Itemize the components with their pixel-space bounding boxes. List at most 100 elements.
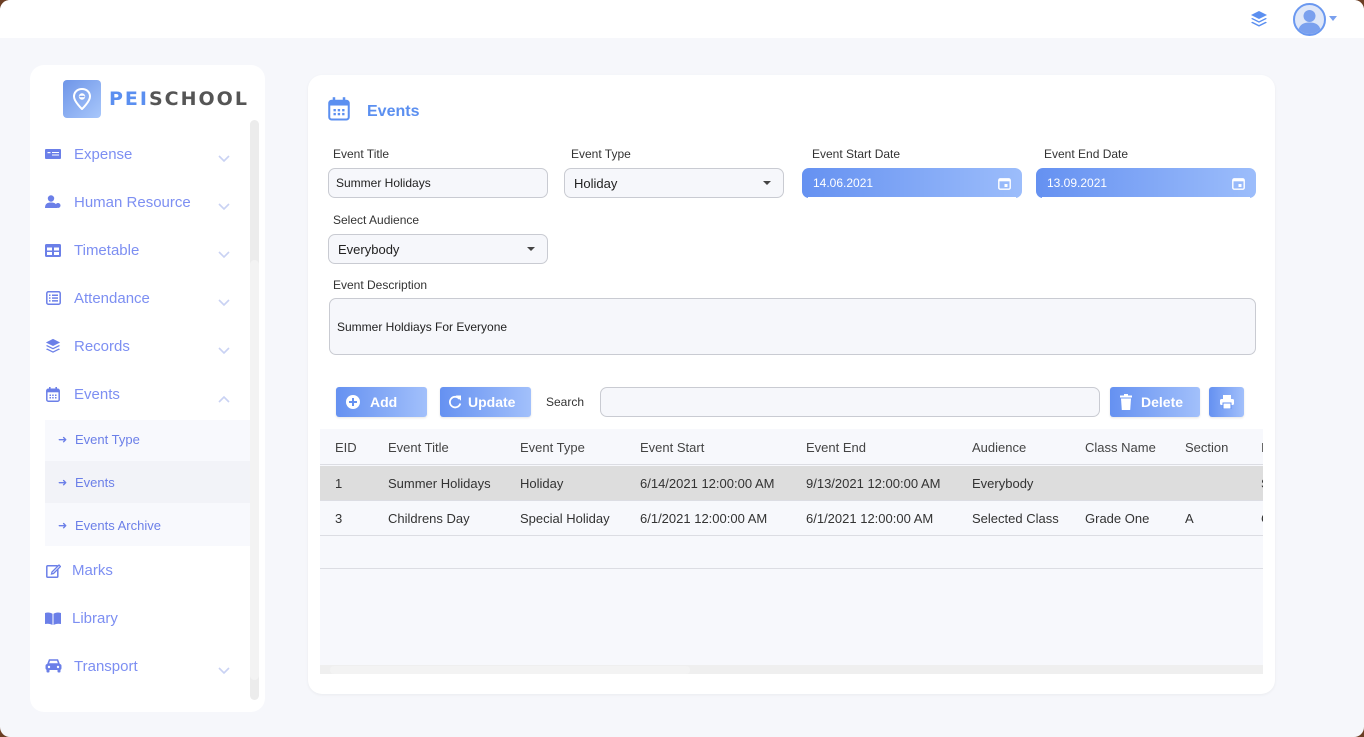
table-cell: Special Holiday bbox=[520, 511, 610, 526]
sidebar-item-attendance[interactable]: Attendance bbox=[30, 278, 248, 318]
delete-button[interactable]: Delete bbox=[1110, 387, 1200, 417]
dropdown-arrow-icon bbox=[527, 247, 535, 251]
table-cell: Selected Class bbox=[972, 511, 1059, 526]
table-cell: Childrens Day bbox=[388, 511, 470, 526]
car-icon bbox=[44, 657, 62, 675]
event-title-input[interactable]: Summer Holidays bbox=[328, 168, 548, 198]
user-avatar-icon[interactable] bbox=[1293, 3, 1326, 36]
event-start-date-input[interactable]: 14.06.2021 bbox=[802, 168, 1022, 198]
table-cell: Grade One bbox=[1085, 511, 1150, 526]
sidebar-item-library[interactable]: Library bbox=[30, 598, 248, 638]
table-cell: 1 bbox=[335, 476, 343, 491]
table-cell: Everybody bbox=[972, 476, 1034, 491]
table-row[interactable]: 1 Summer Holidays Holiday 6/14/2021 12:0… bbox=[320, 466, 1263, 501]
sidebar-item-label: Expense bbox=[74, 145, 133, 163]
event-description-textarea[interactable]: Summer Holdiays For Everyone bbox=[329, 298, 1256, 355]
sidebar-item-label: Transport bbox=[74, 657, 138, 675]
date-underline bbox=[1042, 197, 1250, 198]
user-tie-icon bbox=[44, 193, 62, 211]
sidebar-item-label: Human Resource bbox=[74, 193, 191, 211]
arrow-right-icon: ➜ bbox=[58, 519, 68, 532]
table-cell: Holiday bbox=[520, 476, 564, 491]
column-header[interactable]: I bbox=[1261, 440, 1263, 455]
audience-select[interactable]: Everybody bbox=[328, 234, 548, 264]
sidebar-subitem-event-type[interactable]: ➜ Event Type bbox=[45, 419, 250, 459]
column-header[interactable]: Event End bbox=[806, 440, 866, 455]
sidebar-item-label: Library bbox=[72, 609, 118, 627]
sidebar: PEISCHOOL Expense Human Resource Timetab… bbox=[30, 65, 265, 712]
table-icon bbox=[44, 241, 62, 259]
sidebar-item-expense[interactable]: Expense bbox=[30, 134, 248, 174]
column-header[interactable]: Audience bbox=[972, 440, 1026, 455]
event-title-label: Event Title bbox=[333, 147, 390, 161]
table-cell: 6/1/2021 12:00:00 AM bbox=[806, 511, 934, 526]
date-underline bbox=[808, 197, 1016, 198]
print-button[interactable] bbox=[1209, 387, 1244, 417]
table-cell: C bbox=[1261, 511, 1263, 526]
table-row[interactable]: 3 Childrens Day Special Holiday 6/1/2021… bbox=[320, 501, 1263, 536]
column-header[interactable]: Event Type bbox=[520, 440, 585, 455]
audience-value: Everybody bbox=[338, 241, 400, 257]
start-date-value: 14.06.2021 bbox=[813, 176, 874, 190]
book-icon bbox=[44, 609, 62, 627]
table-new-row[interactable] bbox=[320, 535, 1263, 569]
event-description-label: Event Description bbox=[333, 278, 428, 292]
edit-icon bbox=[44, 561, 62, 579]
table-cell: 9/13/2021 12:00:00 AM bbox=[806, 476, 941, 491]
event-end-date-label: Event End Date bbox=[1044, 147, 1129, 161]
sidebar-item-transport[interactable]: Transport bbox=[30, 646, 248, 686]
user-menu-caret-icon[interactable] bbox=[1329, 16, 1337, 21]
column-header[interactable]: Event Title bbox=[388, 440, 449, 455]
update-button[interactable]: Update bbox=[440, 387, 531, 417]
column-header[interactable]: Event Start bbox=[640, 440, 704, 455]
table-cell: 6/14/2021 12:00:00 AM bbox=[640, 476, 775, 491]
event-type-label: Event Type bbox=[571, 147, 631, 161]
sidebar-item-marks[interactable]: Marks bbox=[30, 550, 248, 590]
sidebar-item-label: Timetable bbox=[74, 241, 140, 259]
events-table: EID Event Title Event Type Event Start E… bbox=[320, 429, 1263, 674]
calendar-icon[interactable] bbox=[998, 177, 1011, 190]
list-icon bbox=[44, 289, 62, 307]
sidebar-subitem-events[interactable]: ➜ Events bbox=[45, 461, 250, 503]
dropdown-arrow-icon bbox=[763, 181, 771, 185]
add-button-label: Add bbox=[370, 394, 398, 410]
sidebar-scrollbar[interactable] bbox=[250, 120, 259, 700]
event-type-value: Holiday bbox=[574, 175, 618, 191]
table-cell: Summer Holidays bbox=[388, 476, 491, 491]
events-card: Events Event Title Event Type Event Star… bbox=[308, 75, 1275, 694]
sidebar-scrollbar-thumb[interactable] bbox=[250, 260, 259, 680]
chevron-down-icon bbox=[218, 246, 230, 259]
calendar-icon[interactable] bbox=[1232, 177, 1245, 190]
layers-icon bbox=[44, 337, 62, 355]
column-header[interactable]: Section bbox=[1185, 440, 1228, 455]
calendar-icon bbox=[44, 385, 62, 403]
sidebar-item-human-resource[interactable]: Human Resource bbox=[30, 182, 248, 222]
table-horizontal-scrollbar[interactable] bbox=[320, 665, 1263, 674]
table-scrollbar-thumb[interactable] bbox=[330, 666, 690, 674]
refresh-icon bbox=[448, 395, 462, 409]
money-bill-icon bbox=[44, 145, 62, 163]
add-button[interactable]: Add bbox=[336, 387, 427, 417]
sidebar-subitem-events-archive[interactable]: ➜ Events Archive bbox=[45, 505, 250, 545]
chevron-down-icon bbox=[218, 294, 230, 307]
table-cell: A bbox=[1185, 511, 1194, 526]
page-title: Events bbox=[328, 97, 419, 126]
sidebar-item-records[interactable]: Records bbox=[30, 326, 248, 366]
layers-icon[interactable] bbox=[1250, 10, 1268, 28]
sidebar-subitem-label: Event Type bbox=[75, 431, 140, 447]
column-header[interactable]: EID bbox=[335, 440, 357, 455]
print-icon bbox=[1220, 395, 1234, 410]
table-cell: 6/1/2021 12:00:00 AM bbox=[640, 511, 768, 526]
table-header: EID Event Title Event Type Event Start E… bbox=[320, 429, 1263, 465]
column-header[interactable]: Class Name bbox=[1085, 440, 1156, 455]
sidebar-item-timetable[interactable]: Timetable bbox=[30, 230, 248, 270]
plus-circle-icon bbox=[346, 395, 360, 409]
table-cell: S bbox=[1261, 476, 1263, 491]
sidebar-item-events[interactable]: Events bbox=[30, 374, 248, 414]
event-type-select[interactable]: Holiday bbox=[564, 168, 784, 198]
event-end-date-input[interactable]: 13.09.2021 bbox=[1036, 168, 1256, 198]
search-input[interactable] bbox=[600, 387, 1100, 417]
top-bar bbox=[0, 0, 1364, 38]
calendar-icon bbox=[328, 97, 350, 126]
sidebar-item-label: Records bbox=[74, 337, 130, 355]
